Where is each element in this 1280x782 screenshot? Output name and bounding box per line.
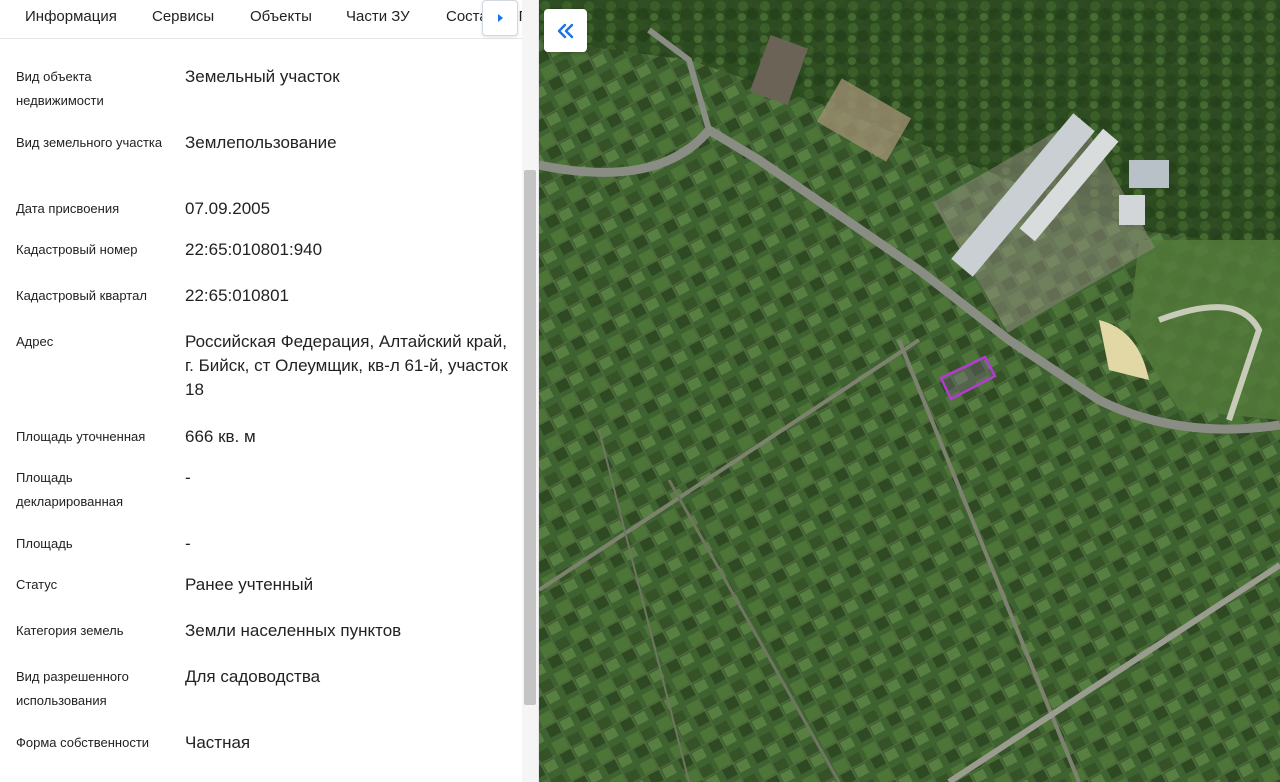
field-label: Категория земель — [16, 623, 124, 638]
field-label: Площадь декларированная — [16, 470, 124, 509]
field-value: Для садоводства — [185, 667, 321, 686]
field-value: 07.09.2005 — [185, 199, 271, 218]
field-label: Площадь — [16, 536, 73, 551]
tabs-scroll-right-button[interactable] — [482, 0, 518, 36]
double-chevron-left-icon — [557, 23, 573, 38]
field-label: Вид объекта недвижимости — [16, 69, 104, 108]
tab-services[interactable]: Сервисы — [152, 0, 214, 38]
tab-bar: Информация Сервисы Объекты Части ЗУ Сост… — [0, 0, 522, 39]
field-label: Статус — [16, 577, 58, 592]
field-value: Земельный участок — [185, 67, 340, 86]
field-value: - — [185, 534, 191, 553]
field-label: Площадь уточненная — [16, 429, 146, 444]
field-label: Форма собственности — [16, 735, 150, 750]
info-panel: Информация Сервисы Объекты Части ЗУ Сост… — [0, 0, 539, 782]
panel-scrollbar-thumb[interactable] — [524, 170, 536, 705]
field-value: - — [185, 468, 191, 487]
tab-information[interactable]: Информация — [16, 0, 126, 38]
field-label: Адрес — [16, 334, 54, 349]
field-label: Дата присвоения — [16, 201, 120, 216]
tab-objects[interactable]: Объекты — [250, 0, 312, 38]
field-value: Земли населенных пунктов — [185, 621, 402, 640]
field-value: 22:65:010801 — [185, 286, 289, 305]
field-label: Вид земельного участка — [16, 135, 163, 150]
satellite-imagery — [539, 0, 1280, 782]
field-label: Кадастровый квартал — [16, 288, 147, 303]
field-value: Российская Федерация, Алтайский край, г.… — [185, 332, 508, 399]
field-label: Вид разрешенного использования — [16, 669, 129, 708]
field-label: Кадастровый номер — [16, 242, 138, 257]
caret-right-icon — [498, 14, 503, 22]
collapse-panel-button[interactable] — [544, 9, 587, 52]
field-value: 666 кв. м — [185, 427, 256, 446]
satellite-map[interactable] — [539, 0, 1280, 782]
field-value: Ранее учтенный — [185, 575, 314, 594]
field-value: 22:65:010801:940 — [185, 240, 323, 259]
field-value: Землепользование — [185, 133, 337, 152]
tab-land-parts[interactable]: Части ЗУ — [346, 0, 410, 38]
field-value: Частная — [185, 733, 251, 752]
